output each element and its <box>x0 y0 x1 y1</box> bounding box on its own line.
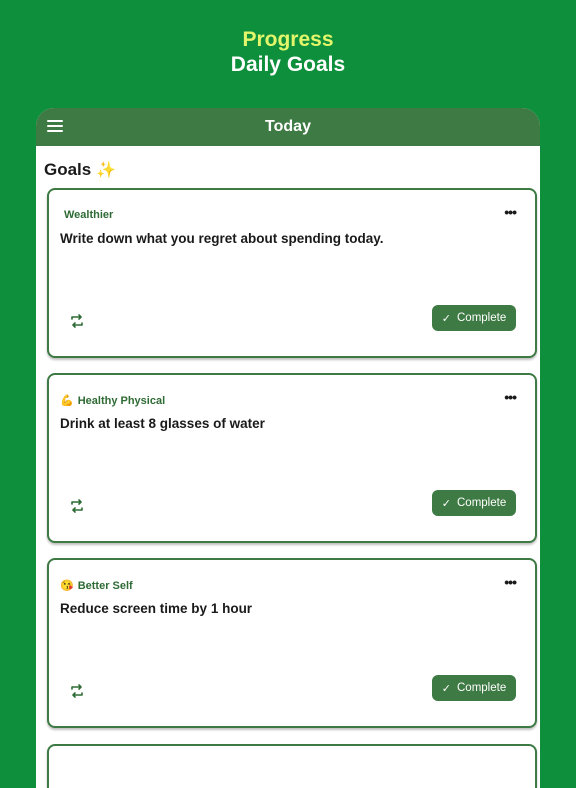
more-options-icon[interactable]: ••• <box>504 204 517 220</box>
category-label: Wealthier <box>64 209 114 221</box>
checkmark-icon: ✓ <box>441 682 451 695</box>
repeat-icon[interactable] <box>69 313 85 329</box>
repeat-icon[interactable] <box>69 498 85 514</box>
goal-card-partial[interactable] <box>47 744 537 788</box>
top-bar: Today <box>36 108 540 146</box>
kissing-face-icon: 😘 <box>60 580 74 592</box>
repeat-icon[interactable] <box>69 683 85 699</box>
complete-label: Complete <box>457 682 507 694</box>
hero-title: Daily Goals <box>230 53 346 76</box>
topbar-title: Today <box>265 118 311 135</box>
goal-card[interactable]: 💪 Healthy Physical ••• Drink at least 8 … <box>47 373 537 543</box>
sparkle-icon: ✨ <box>96 162 117 179</box>
category-label: Better Self <box>77 579 133 592</box>
goal-category: 😘 Better Self <box>60 579 133 593</box>
app-screen: Today Goals ✨ Wealthier ••• Write down w… <box>36 108 540 788</box>
goal-category: 💪 Healthy Physical <box>60 394 166 408</box>
checkmark-icon: ✓ <box>441 497 451 510</box>
hamburger-menu-icon[interactable] <box>47 120 63 134</box>
goal-category: Wealthier <box>60 209 113 221</box>
complete-label: Complete <box>457 497 507 509</box>
complete-button[interactable]: ✓ Complete <box>432 675 516 701</box>
goal-text: Write down what you regret about spendin… <box>60 231 384 246</box>
section-title: Goals <box>44 160 92 179</box>
complete-label: Complete <box>457 312 507 324</box>
hero-header: Progress Daily Goals <box>0 28 576 78</box>
goal-text: Reduce screen time by 1 hour <box>60 601 253 616</box>
checkmark-icon: ✓ <box>441 312 451 325</box>
hero-kicker: Progress <box>242 28 334 51</box>
goals-header: Goals ✨ <box>44 160 116 180</box>
category-label: Healthy Physical <box>77 394 166 407</box>
more-options-icon[interactable]: ••• <box>504 574 517 590</box>
goal-text: Drink at least 8 glasses of water <box>60 416 265 431</box>
flexed-arm-icon: 💪 <box>60 395 74 407</box>
goal-card[interactable]: 😘 Better Self ••• Reduce screen time by … <box>47 558 537 728</box>
complete-button[interactable]: ✓ Complete <box>432 490 516 516</box>
complete-button[interactable]: ✓ Complete <box>432 305 516 331</box>
goal-card[interactable]: Wealthier ••• Write down what you regret… <box>47 188 537 358</box>
more-options-icon[interactable]: ••• <box>504 389 517 405</box>
